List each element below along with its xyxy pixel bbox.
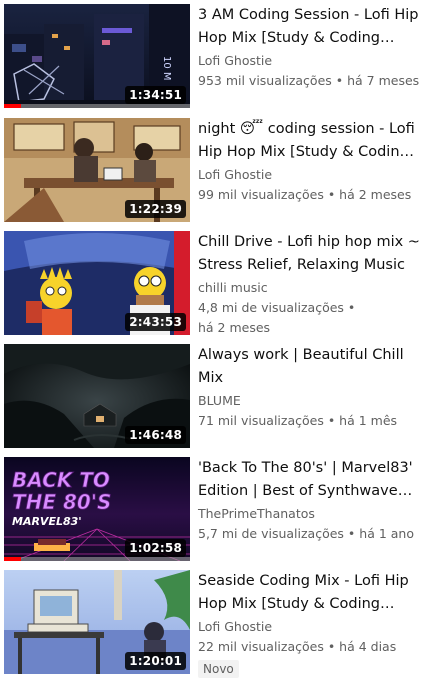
thumbnail-text-line: THE 80'S [12,490,111,514]
view-count: 22 mil visualizações [198,639,324,654]
video-thumbnail[interactable]: 2:43:53 [4,231,190,335]
watch-progress-fill [4,557,21,561]
video-title[interactable]: 3 AM Coding Session - Lofi Hip Hop Mix [… [198,4,420,49]
duration-badge: 1:34:51 [125,86,186,104]
video-item[interactable]: BACK TO THE 80'S MARVEL83' 1:02:58 'Back… [4,457,420,561]
video-stats: 99 mil visualizações • há 2 meses [198,185,420,205]
view-count: 99 mil visualizações [198,187,324,202]
channel-name[interactable]: BLUME [198,391,420,411]
video-stats: 953 mil visualizações • há 7 meses [198,71,420,91]
new-badge: Novo [198,660,239,678]
view-count: 5,7 mi de visualizações [198,526,344,541]
upload-age: há 2 meses [198,320,271,335]
video-stats: 5,7 mi de visualizações • há 1 ano [198,524,420,544]
upload-age: há 2 meses [339,187,412,202]
video-stats: 22 mil visualizações • há 4 dias [198,637,420,657]
thumbnail-text-line: BACK TO [12,468,110,492]
video-title[interactable]: night 😴 coding session - Lofi Hip Hop Mi… [198,118,420,163]
duration-badge: 1:20:01 [125,652,186,670]
thumbnail-text-line: MARVEL83' [12,515,82,528]
video-item[interactable]: 10 M 1:34:51 3 AM Coding Session - Lofi … [4,4,420,108]
stats-separator: • [331,73,348,88]
video-meta: Seaside Coding Mix - Lofi Hip Hop Mix [S… [190,570,420,678]
video-item[interactable]: 1:46:48 Always work | Beautiful Chill Mi… [4,344,420,448]
duration-badge: 1:02:58 [125,539,186,557]
svg-text:10 M: 10 M [161,56,172,81]
video-item[interactable]: 1:22:39 night 😴 coding session - Lofi Hi… [4,118,420,222]
video-thumbnail[interactable]: 1:22:39 [4,118,190,222]
duration-badge: 2:43:53 [125,313,186,331]
watch-progress-bar [4,104,190,108]
duration-badge: 1:22:39 [125,200,186,218]
video-meta: 3 AM Coding Session - Lofi Hip Hop Mix [… [190,4,420,108]
channel-name[interactable]: Lofi Ghostie [198,617,420,637]
video-thumbnail[interactable]: 10 M 1:34:51 [4,4,190,108]
view-count: 953 mil visualizações [198,73,332,88]
watch-progress-bar [4,557,190,561]
upload-age: há 7 meses [347,73,420,88]
watch-progress-fill [4,104,21,108]
stats-separator: • [323,639,340,654]
video-meta: night 😴 coding session - Lofi Hip Hop Mi… [190,118,420,222]
stats-separator: • [323,413,340,428]
video-thumbnail[interactable]: 1:46:48 [4,344,190,448]
stats-separator: • [323,187,340,202]
video-title[interactable]: Always work | Beautiful Chill Mix [198,344,420,389]
video-title[interactable]: Chill Drive - Lofi hip hop mix ~ Stress … [198,231,420,276]
view-count: 71 mil visualizações [198,413,324,428]
view-count: 4,8 mi de visualizações [198,300,344,315]
stats-separator: • [343,300,356,315]
upload-age: há 1 mês [339,413,398,428]
upload-age: há 1 ano [359,526,414,541]
video-stats: 71 mil visualizações • há 1 mês [198,411,420,431]
channel-name[interactable]: Lofi Ghostie [198,51,420,71]
video-thumbnail[interactable]: BACK TO THE 80'S MARVEL83' 1:02:58 [4,457,190,561]
video-stats: 4,8 mi de visualizações • há 2 meses [198,298,420,338]
upload-age: há 4 dias [339,639,397,654]
channel-name[interactable]: ThePrimeThanatos [198,504,420,524]
duration-badge: 1:46:48 [125,426,186,444]
video-meta: Always work | Beautiful Chill Mix BLUME … [190,344,420,448]
channel-name[interactable]: Lofi Ghostie [198,165,420,185]
stats-separator: • [343,526,360,541]
video-title[interactable]: 'Back To The 80's' | Marvel83' Edition |… [198,457,420,502]
video-list: 10 M 1:34:51 3 AM Coding Session - Lofi … [0,0,424,680]
video-thumbnail[interactable]: 1:20:01 [4,570,190,674]
video-meta: Chill Drive - Lofi hip hop mix ~ Stress … [190,231,420,335]
video-meta: 'Back To The 80's' | Marvel83' Edition |… [190,457,420,561]
video-item[interactable]: 1:20:01 Seaside Coding Mix - Lofi Hip Ho… [4,570,420,678]
channel-name[interactable]: chilli music [198,278,420,298]
video-item[interactable]: 2:43:53 Chill Drive - Lofi hip hop mix ~… [4,231,420,335]
video-title[interactable]: Seaside Coding Mix - Lofi Hip Hop Mix [S… [198,570,420,615]
